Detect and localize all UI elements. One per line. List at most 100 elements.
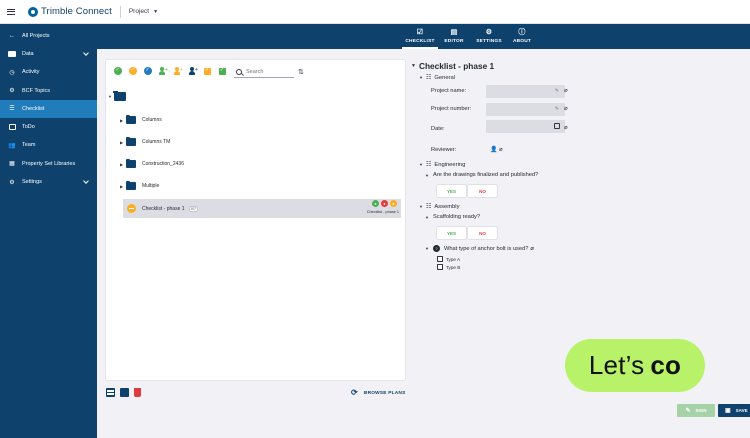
attachment-icon[interactable]: ⌀ [499, 146, 503, 153]
trash-icon[interactable] [134, 388, 141, 397]
sign-button[interactable]: ✎ SIGN [677, 404, 715, 417]
save-button[interactable]: ▣ SAVE [718, 404, 750, 417]
caret-down-icon[interactable]: ▼ [419, 162, 423, 167]
attachment-icon[interactable]: ⌀ [530, 245, 534, 252]
caret-down-icon[interactable]: ▼ [425, 173, 429, 178]
assembly-question: ▼ Scaffolding ready? [425, 214, 480, 220]
edit-icon: ✎ [554, 88, 559, 94]
folder-name: Columns [142, 117, 162, 123]
section-assembly[interactable]: ▼ ☷ Assembly [419, 203, 460, 211]
checklist-progress-badge: 0/7 [188, 205, 199, 212]
yes-button[interactable]: YES [437, 227, 466, 239]
app-name: Trimble Connect [41, 6, 112, 17]
question-text: What type of anchor bolt is used? [443, 245, 529, 252]
caret-down-icon[interactable]: ▼ [419, 75, 423, 80]
attachment-icon[interactable]: ⌀ [564, 124, 568, 131]
browse-plans-label: BROWSE PLANS [363, 390, 406, 396]
tree-folder-row[interactable]: ▶ Columns TM [120, 132, 400, 152]
date-input[interactable] [486, 120, 565, 133]
caret-down-icon[interactable]: ▼ [153, 9, 158, 15]
sidebar-item-all-projects[interactable]: ← All Projects [0, 27, 97, 45]
filter-checked-yellow-icon[interactable] [204, 67, 211, 75]
project-name-input[interactable]: ✎ [486, 85, 565, 98]
option-type-b[interactable]: Type B [437, 264, 460, 270]
tree-folder-row[interactable]: ▶ Multiple [120, 176, 400, 196]
plus-icon: + [180, 67, 183, 73]
filter-in-progress-icon[interactable] [129, 67, 137, 75]
search-field[interactable] [234, 66, 294, 78]
caret-down-icon[interactable]: ▼ [411, 63, 416, 69]
sidebar-item-checklist[interactable]: ☰ Checklist [0, 99, 97, 118]
person-body-shape [174, 71, 180, 75]
filter-pending-user-icon[interactable]: + [174, 67, 183, 75]
form-title[interactable]: ▼ Checklist - phase 1 [411, 61, 494, 71]
tree-folder-row[interactable]: ▶ Columns [120, 110, 400, 130]
filter-add-user-icon[interactable]: + [189, 67, 198, 75]
section-engineering[interactable]: ▼ ☷ Engineering [419, 161, 465, 169]
checkbox[interactable] [437, 264, 443, 270]
filter-complete-icon[interactable] [114, 67, 122, 75]
no-button[interactable]: NO [468, 185, 497, 197]
engineering-question: ▼ Are the drawings finalized and publish… [425, 172, 538, 178]
reviewer-label: Reviewer: [431, 147, 457, 153]
sidebar-item-data[interactable]: Data [0, 45, 97, 63]
folder-icon [126, 158, 136, 168]
chevron-down-icon[interactable] [83, 49, 89, 56]
browse-plans-button[interactable]: ⟳ BROWSE PLANS [351, 389, 405, 397]
sidebar-item-label: Data [22, 50, 34, 57]
tab-checklist[interactable]: ☑ CHECKLIST [402, 24, 438, 49]
hamburger-menu-icon[interactable] [0, 0, 22, 24]
caret-down-icon[interactable]: ▼ [108, 94, 112, 99]
root-folder-row[interactable]: ▼ [108, 91, 126, 101]
search-input[interactable] [246, 68, 290, 75]
calendar-icon[interactable] [554, 123, 560, 129]
search-icon [236, 68, 242, 75]
checklist-item-row[interactable]: Checklist - phase 1 0/7 ● ● ● Checklist … [123, 199, 401, 218]
yes-button[interactable]: YES [437, 185, 466, 197]
checkbox[interactable] [437, 256, 443, 262]
caret-down-icon[interactable]: ▼ [425, 246, 429, 251]
project-number-label: Project number: [431, 106, 472, 112]
filter-assigned-user-icon[interactable]: .p1::before,.p1::after{background:#4caf5… [159, 67, 168, 75]
list-view-icon[interactable] [106, 388, 115, 397]
tab-editor[interactable]: ▤ EDITOR [442, 24, 466, 49]
project-dropdown-label[interactable]: Project [129, 8, 149, 15]
chat-promo-bubble[interactable]: Let’s co [565, 339, 705, 392]
filter-toolbar: .p1::before,.p1::after{background:#4caf5… [114, 67, 234, 75]
status-tooltip-label: Checklist - phase 1 [366, 210, 399, 214]
top-bar: Trimble Connect Project ▼ [0, 0, 750, 24]
no-button[interactable]: NO [468, 227, 497, 239]
person-head-shape [160, 67, 164, 71]
section-general[interactable]: ▼ ☷ General [419, 74, 455, 82]
filter-signed-icon[interactable] [144, 67, 152, 75]
sidebar-item-team[interactable]: 👥 Team [0, 136, 97, 154]
sidebar-item-bcf-topics[interactable]: ⚙ BCF Topics [0, 81, 97, 99]
caret-down-icon[interactable]: ▼ [425, 215, 429, 220]
chevron-down-icon[interactable] [83, 178, 89, 184]
tab-settings[interactable]: ⚙ SETTINGS [474, 24, 504, 49]
sort-icon[interactable]: ⇅ [298, 68, 304, 76]
tab-about[interactable]: ⓘ ABOUT [510, 24, 534, 49]
list-icon: ☷ [425, 204, 432, 210]
panel-actions [106, 388, 146, 397]
add-folder-icon[interactable] [120, 388, 129, 397]
tree-folder-row[interactable]: ▶ Construction_2436 [120, 154, 400, 174]
sidebar-item-property-set-libraries[interactable]: ▦ Property Set Libraries [0, 155, 97, 173]
attachment-icon[interactable]: ⌀ [564, 87, 568, 94]
trimble-connect-logo[interactable]: Trimble Connect [28, 6, 112, 17]
project-number-input[interactable]: ✎ [486, 103, 565, 116]
filter-checked-green-icon[interactable] [219, 67, 226, 75]
sidebar-item-todo[interactable]: ToDo [0, 118, 97, 136]
anchor-bolt-question: ▼ ? What type of anchor bolt is used? ⌀ [425, 245, 534, 252]
plus-icon: + [165, 67, 168, 73]
sidebar-item-label: BCF Topics [22, 87, 51, 94]
pen-icon: ✎ [685, 408, 691, 414]
sidebar-item-settings[interactable]: ⚙ Settings [0, 173, 97, 191]
folder-icon [126, 114, 136, 124]
attachment-icon[interactable]: ⌀ [564, 105, 568, 112]
caret-down-icon[interactable]: ▼ [419, 204, 423, 209]
option-type-a[interactable]: Type A [437, 256, 460, 262]
sidebar-item-activity[interactable]: ◷ Activity [0, 63, 97, 81]
user-icon[interactable]: 👤 [490, 146, 497, 153]
info-icon: ⓘ [518, 29, 526, 36]
